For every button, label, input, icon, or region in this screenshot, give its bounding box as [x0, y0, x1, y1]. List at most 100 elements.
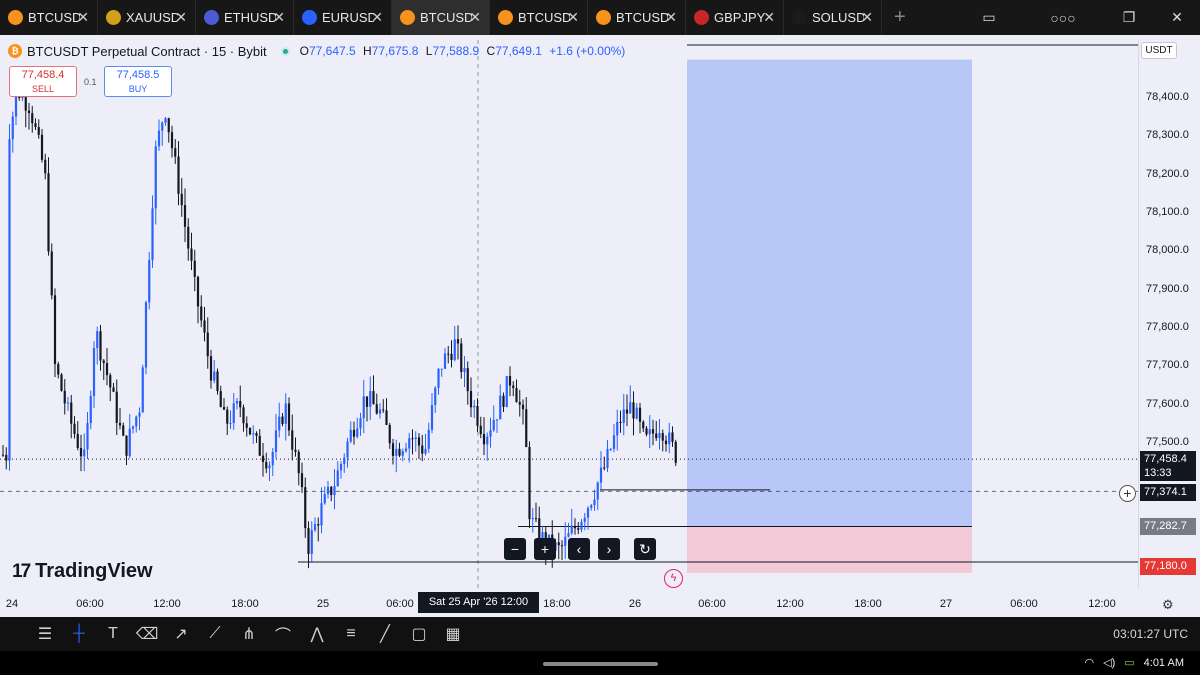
close-tab-icon[interactable]: ✕ [763, 9, 775, 26]
price-axis[interactable] [1138, 40, 1200, 588]
tab-gbpjpy-7[interactable]: GBPJPY ✕ [686, 0, 784, 35]
close-tab-icon[interactable]: ✕ [175, 9, 187, 26]
tab-btcusd-5[interactable]: BTCUSD ✕ [490, 0, 588, 35]
tab-btcusd-0[interactable]: BTCUSD ✕ [0, 0, 98, 35]
tab-solusd-8[interactable]: SOLUSD ✕ [784, 0, 882, 35]
close-tab-icon[interactable]: ✕ [77, 9, 89, 26]
zoom-in-button[interactable]: + [534, 538, 556, 560]
tab-xauusd-1[interactable]: XAUUSD ✕ [98, 0, 196, 35]
chart-settings-icon[interactable]: ⚙ [1162, 597, 1174, 613]
arrow-icon[interactable]: ↗ [164, 620, 198, 648]
candle-body [668, 432, 671, 445]
close-tab-icon[interactable]: ✕ [469, 9, 481, 26]
candle-body [463, 368, 466, 373]
close-tab-icon[interactable]: ✕ [273, 9, 285, 26]
candle-body [447, 353, 450, 355]
candle-body [388, 424, 391, 444]
time-tick: 18:00 [231, 598, 259, 610]
candle-body [339, 463, 343, 471]
close-tab-icon[interactable]: ✕ [371, 9, 383, 26]
layout-icon[interactable]: ▭ [966, 0, 1012, 35]
candle-body [469, 391, 473, 408]
candle-body [645, 428, 648, 435]
candle-body [115, 391, 118, 423]
candle-body [369, 391, 372, 407]
time-tick: 06:00 [76, 598, 104, 610]
price-tick: 77,600.0 [1146, 397, 1189, 410]
candle-body [421, 445, 424, 454]
close-window-icon[interactable]: ✕ [1154, 0, 1200, 35]
tab-btcusd-6[interactable]: BTCUSD ✕ [588, 0, 686, 35]
symbol-title[interactable]: BTCUSDT Perpetual Contract · 15 · Bybit [27, 44, 267, 59]
utc-clock[interactable]: 03:01:27 UTC [1113, 627, 1188, 641]
ray-icon[interactable]: ╱ [368, 620, 402, 648]
zoom-out-button[interactable]: − [504, 538, 526, 560]
candle-body [570, 525, 573, 534]
solana-icon [792, 10, 807, 25]
price-tick: 78,300.0 [1146, 129, 1189, 142]
new-tab-icon[interactable]: + [894, 6, 906, 29]
crosshair-icon[interactable]: ┼ [62, 620, 96, 648]
close-tab-icon[interactable]: ✕ [861, 9, 873, 26]
candle-body [219, 391, 222, 408]
candle-body [24, 94, 27, 111]
candle-body [495, 419, 499, 421]
lightning-icon[interactable]: ϟ [664, 569, 683, 588]
candle-body [378, 409, 382, 414]
candle-body [122, 425, 125, 436]
scroll-left-button[interactable]: ‹ [568, 538, 590, 560]
sell-button[interactable]: 77,458.4 SELL [9, 66, 77, 97]
candle-body [63, 390, 66, 404]
candle-body [450, 353, 453, 360]
candle-body [612, 435, 616, 449]
buy-button[interactable]: 77,458.5 BUY [104, 66, 172, 97]
price-chart[interactable] [0, 40, 1138, 592]
time-tick: 26 [628, 598, 642, 610]
candle-body [102, 360, 105, 364]
tab-btcusd-4[interactable]: BTCUSD ✕ [392, 0, 490, 35]
candle-body [404, 448, 408, 452]
tab-ethusd-2[interactable]: ETHUSD ✕ [196, 0, 294, 35]
candle-body [508, 376, 512, 386]
candle-body [414, 437, 417, 439]
device-time: 4:01 AM [1143, 656, 1184, 669]
price-tick: 77,900.0 [1146, 282, 1189, 295]
currency-selector[interactable]: USDT [1141, 42, 1177, 59]
trend-line-icon[interactable]: ⟋ [198, 620, 232, 648]
pitchfork-icon[interactable]: ⋔ [232, 620, 266, 648]
candle-body [40, 134, 44, 160]
candle-body [44, 159, 47, 174]
candle-body [424, 448, 427, 454]
candle-body [512, 385, 515, 389]
tab-eurusd-3[interactable]: EURUSD ✕ [294, 0, 392, 35]
close-tab-icon[interactable]: ✕ [665, 9, 677, 26]
rectangle-icon[interactable]: ▢ [402, 620, 436, 648]
candle-body [603, 467, 606, 469]
gesture-handle[interactable] [543, 662, 658, 666]
candle-body [235, 401, 239, 404]
more-icon[interactable]: ○○○ [1040, 0, 1086, 35]
eraser-icon[interactable]: ⌫ [130, 620, 164, 648]
candle-body [619, 421, 622, 423]
add-alert-icon[interactable]: + [1119, 485, 1136, 502]
zigzag-icon[interactable]: ⋀ [300, 620, 334, 648]
candle-body [287, 403, 291, 431]
fib-icon[interactable]: ≡ [334, 620, 368, 648]
restore-window-icon[interactable]: ❐ [1106, 0, 1152, 35]
candle-body [434, 387, 437, 406]
scroll-right-button[interactable]: › [598, 538, 620, 560]
text-icon[interactable]: T [96, 620, 130, 648]
close-tab-icon[interactable]: ✕ [567, 9, 579, 26]
candle-body [271, 451, 274, 466]
bitcoin-icon [8, 10, 23, 25]
entry-price-label: 77,282.7 [1140, 518, 1196, 535]
candle-body [648, 429, 651, 435]
grid-icon[interactable]: ▦ [436, 620, 470, 648]
settings-sliders-icon[interactable]: ☰ [28, 620, 62, 648]
candle-body [625, 409, 629, 414]
path-icon[interactable]: ⌒ [266, 620, 300, 648]
candle-body [499, 395, 502, 420]
reset-chart-button[interactable]: ↻ [634, 538, 656, 560]
time-tick: 24 [5, 598, 19, 610]
candle-body [177, 156, 180, 194]
